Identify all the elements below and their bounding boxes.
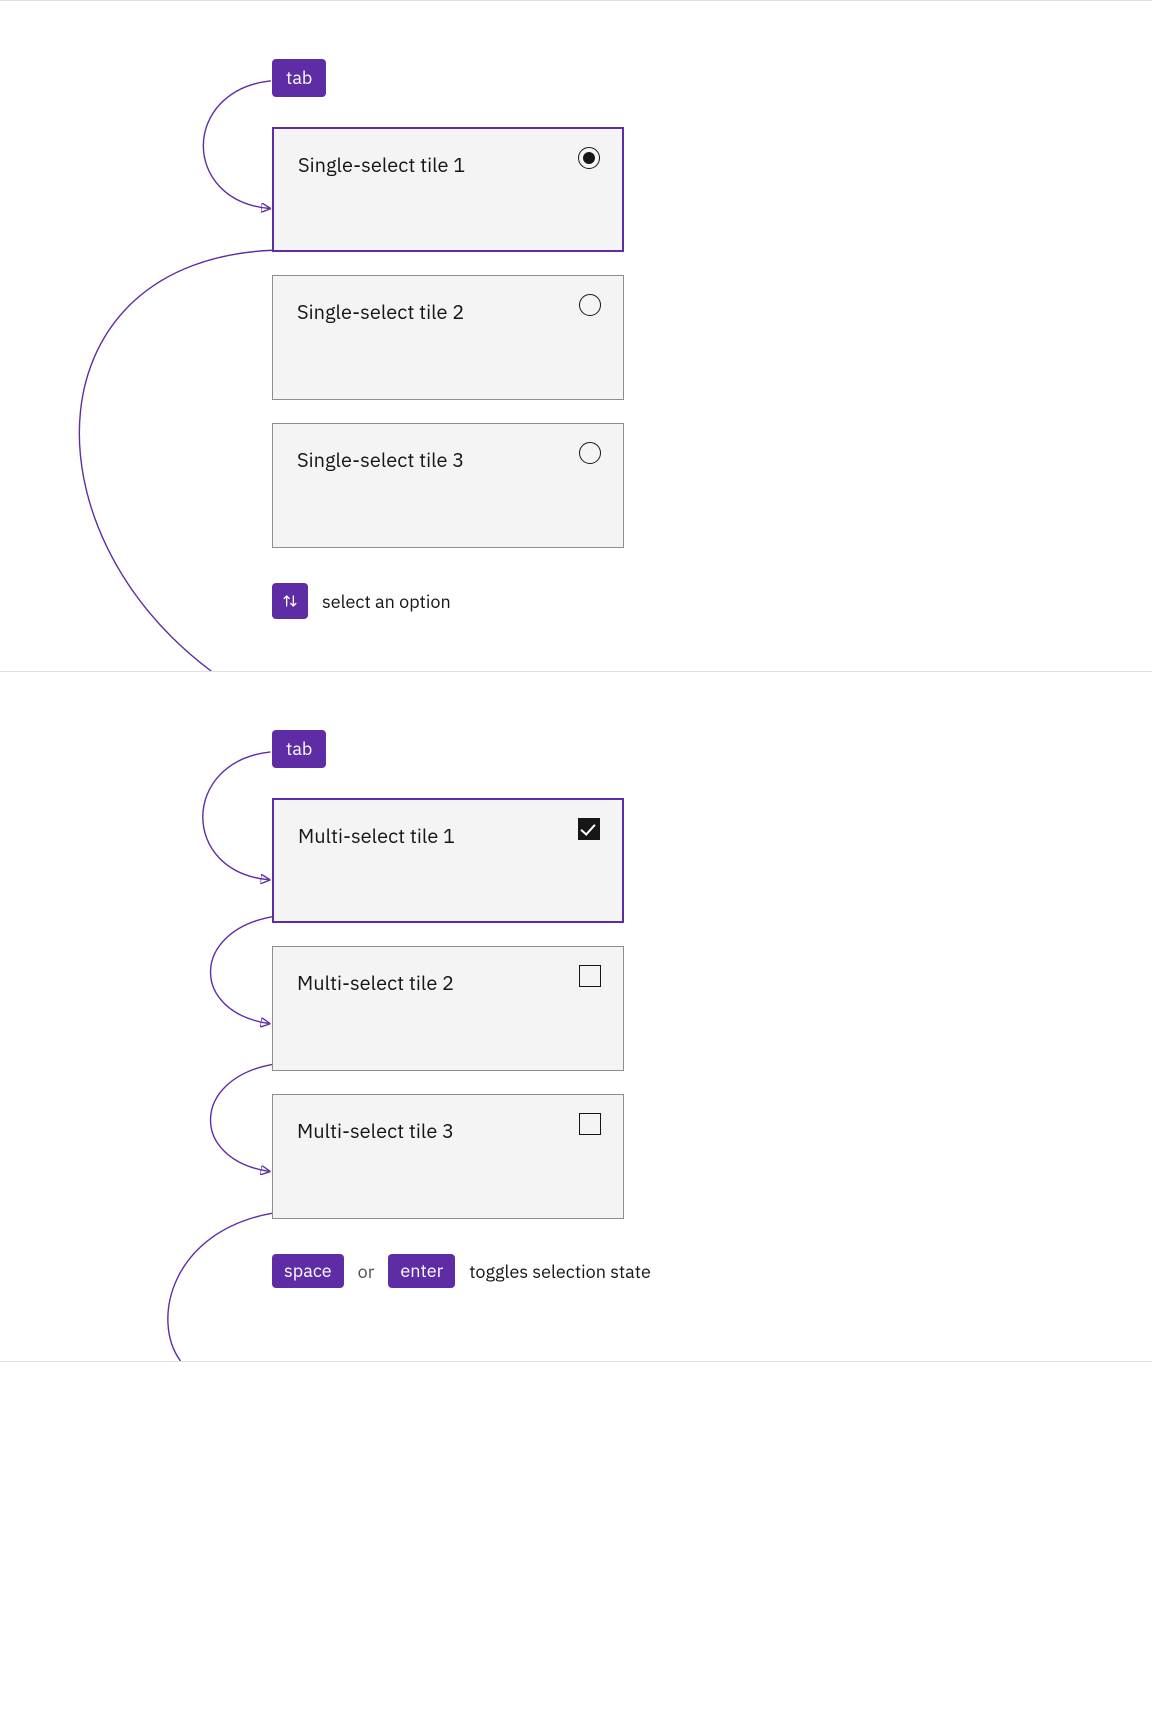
tile-label: Multi-select tile 3 xyxy=(297,1117,454,1144)
enter-key: enter xyxy=(388,1254,455,1288)
single-select-panel: tab Single-select tile 1 Single-select t… xyxy=(0,0,1152,672)
arrow-keys-caption: select an option xyxy=(272,583,451,619)
radio-icon xyxy=(579,442,601,464)
toggle-caption: space or enter toggles selection state xyxy=(272,1254,651,1288)
radio-icon xyxy=(578,147,600,169)
radio-icon xyxy=(579,294,601,316)
caption-text: toggles selection state xyxy=(469,1260,651,1283)
tile-label: Single-select tile 3 xyxy=(297,446,464,473)
single-tile-2[interactable]: Single-select tile 2 xyxy=(272,275,624,400)
tab-key: tab xyxy=(272,59,326,97)
multi-select-panel: tab Multi-select tile 1 Multi-select til… xyxy=(0,672,1152,1362)
caption-text: select an option xyxy=(322,590,451,613)
tile-label: Single-select tile 1 xyxy=(298,151,465,178)
tab-key: tab xyxy=(272,730,326,768)
single-tile-1[interactable]: Single-select tile 1 xyxy=(272,127,624,252)
checkbox-icon xyxy=(579,965,601,987)
multi-tile-2[interactable]: Multi-select tile 2 xyxy=(272,946,624,1071)
up-down-arrows-icon xyxy=(272,583,308,619)
checkbox-icon xyxy=(578,818,600,840)
tile-label: Multi-select tile 2 xyxy=(297,969,454,996)
tile-label: Multi-select tile 1 xyxy=(298,822,455,849)
checkbox-icon xyxy=(579,1113,601,1135)
space-key: space xyxy=(272,1254,344,1288)
multi-tile-1[interactable]: Multi-select tile 1 xyxy=(272,798,624,923)
multi-tile-3[interactable]: Multi-select tile 3 xyxy=(272,1094,624,1219)
caption-sep: or xyxy=(358,1260,375,1283)
single-tile-3[interactable]: Single-select tile 3 xyxy=(272,423,624,548)
tile-label: Single-select tile 2 xyxy=(297,298,464,325)
